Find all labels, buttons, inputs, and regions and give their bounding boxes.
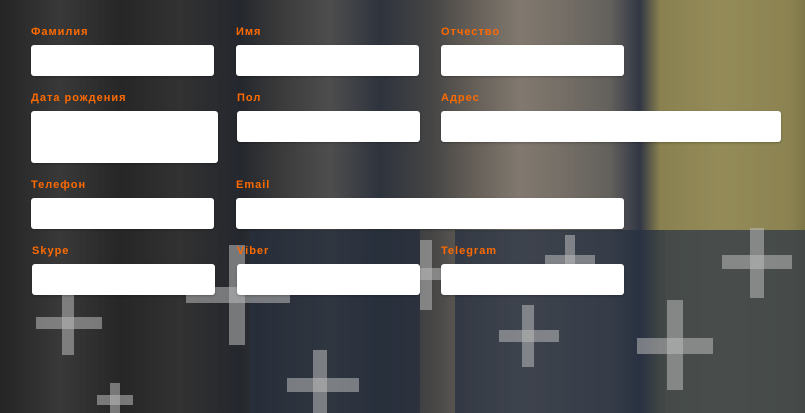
address-input[interactable]: [441, 111, 781, 142]
skype-input[interactable]: [32, 264, 215, 295]
email-input[interactable]: [236, 198, 624, 229]
patronymic-label: Отчество: [441, 26, 501, 38]
address-label: Адрес: [441, 92, 480, 104]
plus-icon: [499, 305, 559, 367]
birth-date-input[interactable]: [31, 111, 218, 163]
viber-label: Viber: [237, 245, 270, 257]
gender-input[interactable]: [237, 111, 420, 142]
name-label: Имя: [236, 26, 262, 38]
plus-icon: [287, 350, 359, 413]
email-label: Email: [236, 179, 271, 191]
surname-label: Фамилия: [31, 26, 89, 38]
telegram-input[interactable]: [441, 264, 624, 295]
name-input[interactable]: [236, 45, 419, 76]
plus-icon: [97, 383, 133, 413]
phone-label: Телефон: [31, 179, 87, 191]
plus-icon: [722, 228, 792, 298]
plus-icon: [637, 300, 713, 390]
phone-input[interactable]: [31, 198, 214, 229]
plus-icon: [36, 295, 102, 355]
telegram-label: Telegram: [441, 245, 498, 257]
plus-icon: [186, 245, 290, 345]
patronymic-input[interactable]: [441, 45, 624, 76]
skype-label: Skype: [32, 245, 70, 257]
gender-label: Пол: [237, 92, 262, 104]
surname-input[interactable]: [31, 45, 214, 76]
birth-date-label: Дата рождения: [31, 92, 127, 104]
viber-input[interactable]: [237, 264, 420, 295]
